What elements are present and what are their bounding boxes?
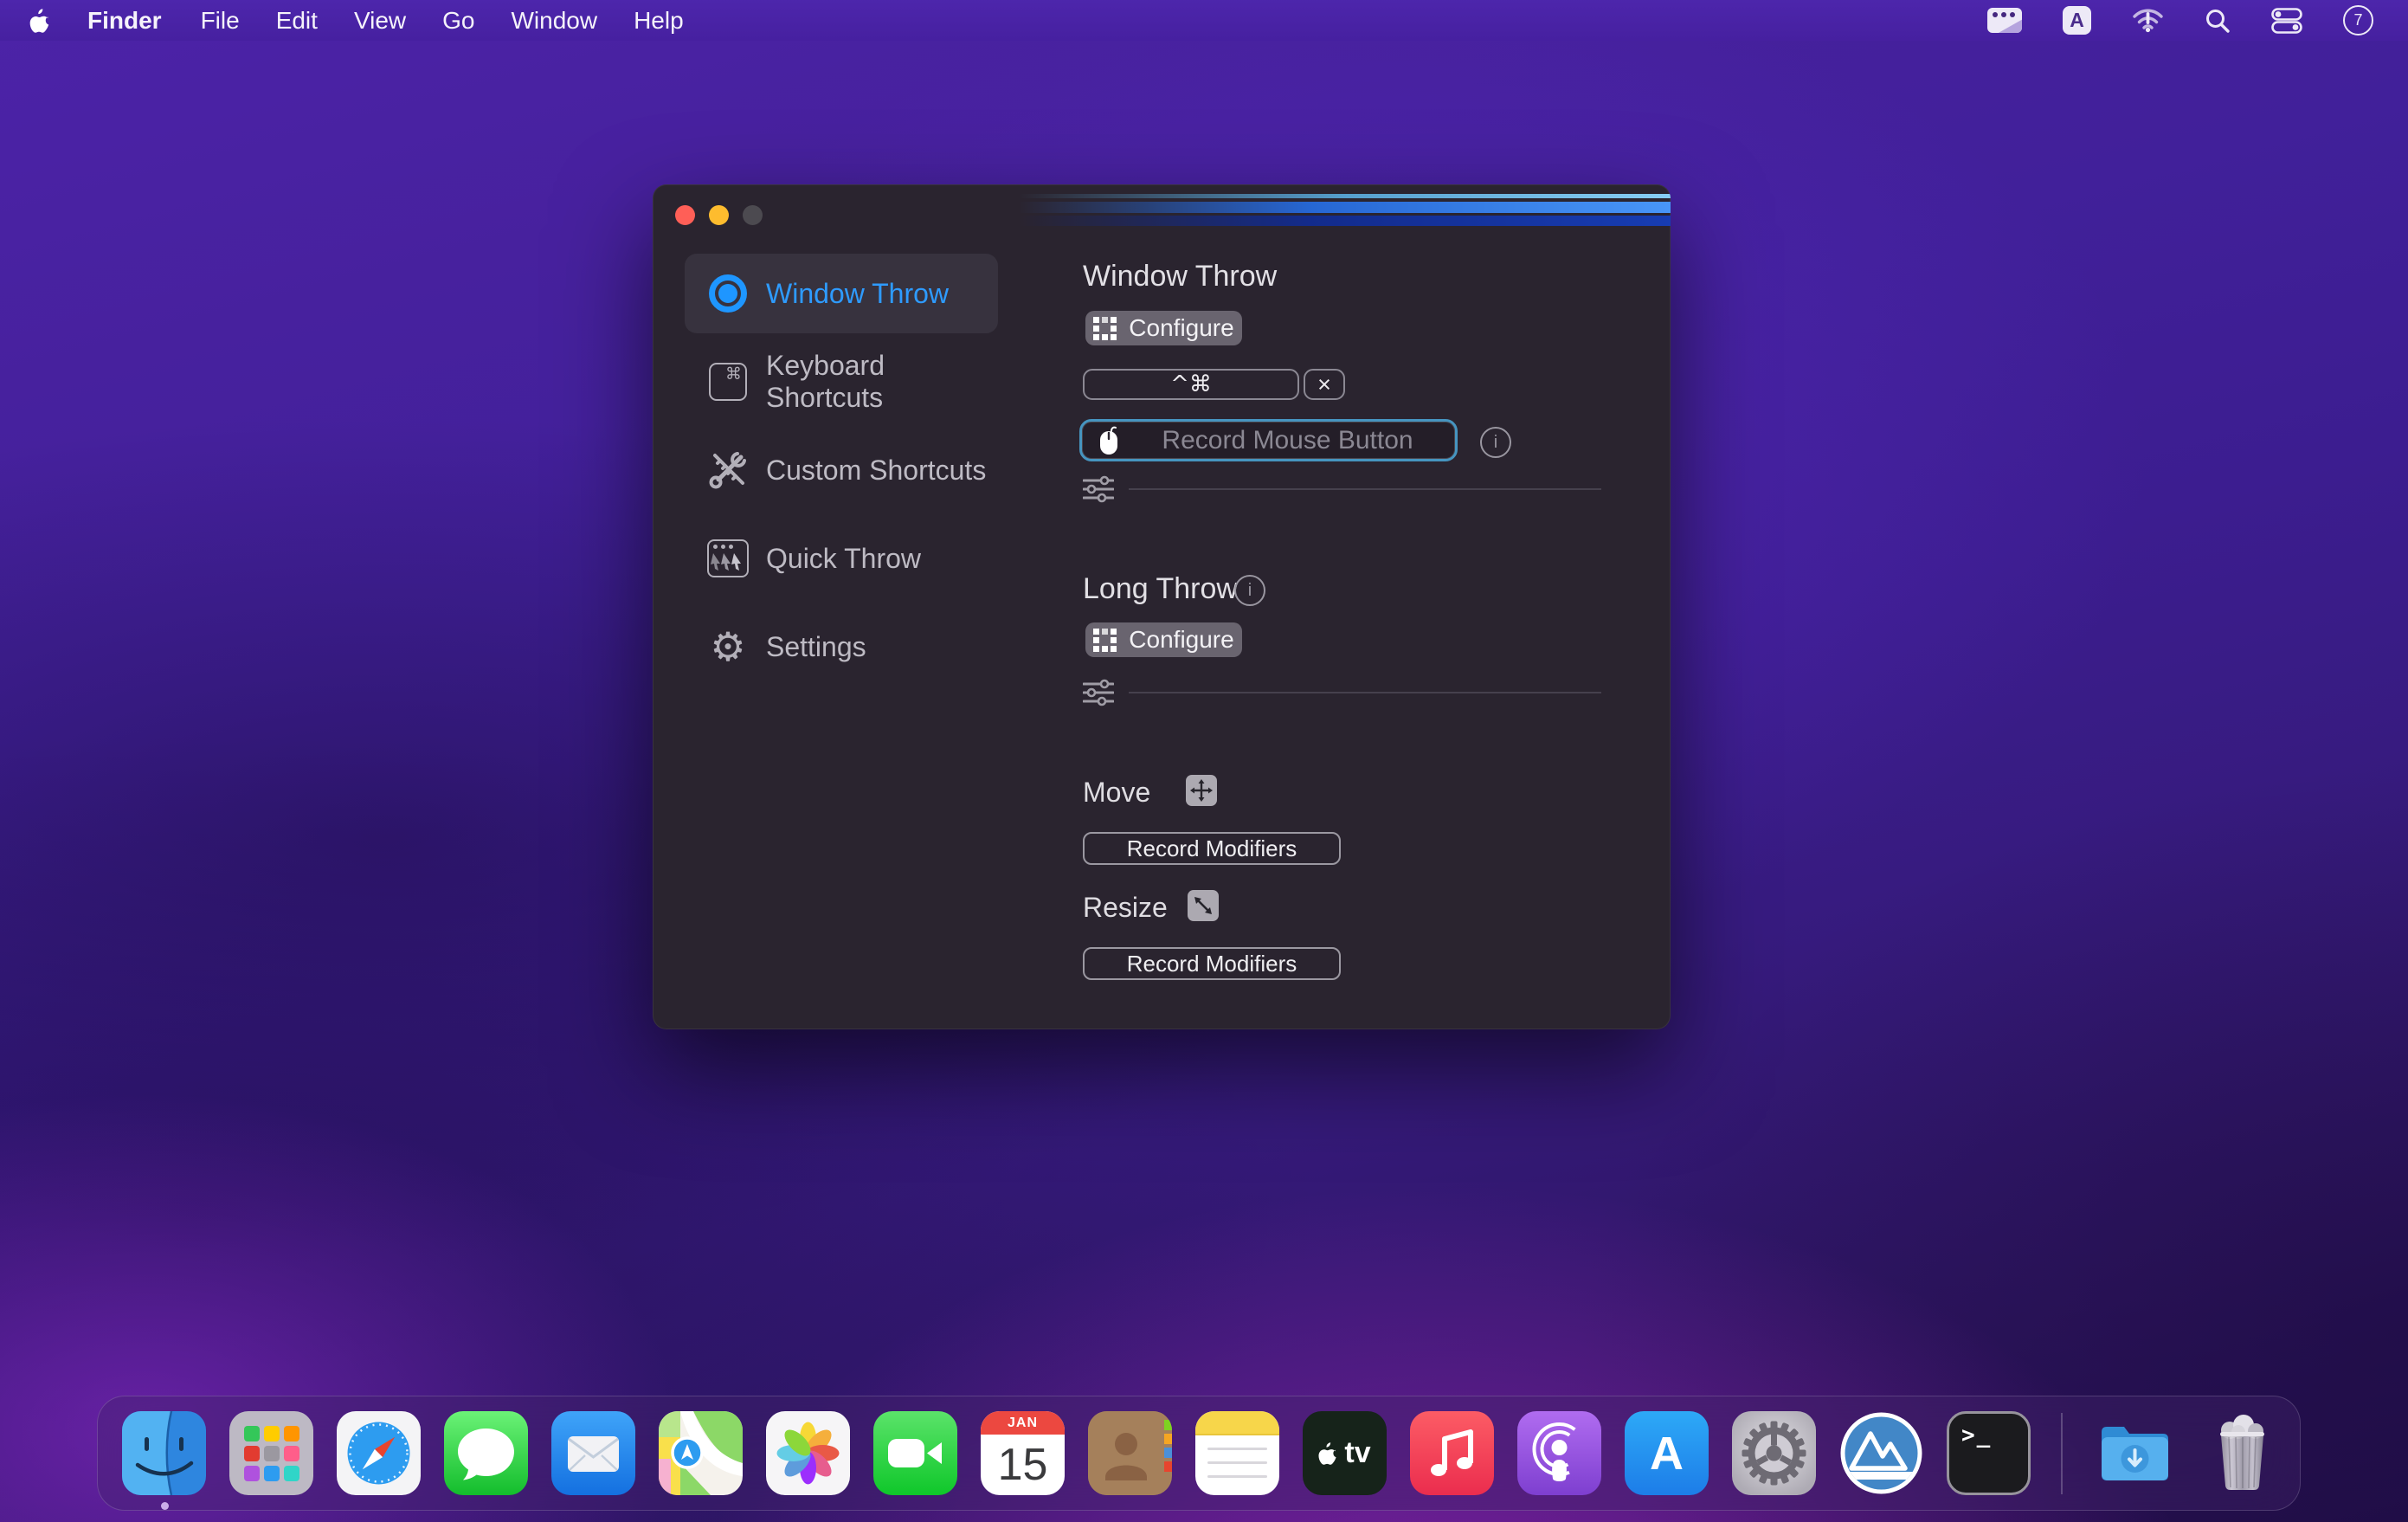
resize-label: Resize [1083, 892, 1168, 924]
menu-item-go[interactable]: Go [424, 0, 493, 41]
dock-icon-downloads[interactable] [2093, 1411, 2177, 1495]
configure-button-window-throw[interactable]: Configure [1085, 311, 1242, 345]
sidebar-item-window-throw[interactable]: Window Throw [685, 254, 998, 333]
minimize-button[interactable] [709, 205, 729, 225]
menu-item-file[interactable]: File [183, 0, 258, 41]
dock-icon-facetime[interactable] [873, 1411, 957, 1495]
dock-icon-system-preferences[interactable] [1732, 1411, 1816, 1495]
record-modifiers-button-move[interactable]: Record Modifiers [1083, 832, 1341, 865]
info-icon-mouse[interactable]: i [1480, 427, 1511, 458]
close-button[interactable] [675, 205, 695, 225]
record-circle-icon [707, 274, 749, 313]
control-center-icon[interactable] [2271, 8, 2302, 34]
divider [1129, 692, 1601, 693]
desktop: Finder File Edit View Go Window Help A [0, 0, 2408, 1522]
dock-icon-podcasts[interactable] [1517, 1411, 1601, 1495]
dock-icon-terminal[interactable]: >_ [1947, 1411, 2031, 1495]
shortcut-row: ^⌘ × [1083, 369, 1345, 400]
menu-item-finder[interactable]: Finder [69, 0, 183, 41]
dock-separator [2061, 1413, 2063, 1494]
apple-logo-icon [29, 8, 52, 34]
record-mouse-placeholder: Record Mouse Button [1120, 426, 1455, 455]
dock-icon-app-store[interactable]: A [1625, 1411, 1709, 1495]
blue-streak-decoration [1019, 184, 1671, 236]
dock-icon-messages[interactable] [444, 1411, 528, 1495]
dock-icon-tv[interactable]: tv [1303, 1411, 1387, 1495]
sidebar-item-keyboard-shortcuts[interactable]: ⌘ Keyboard Shortcuts [685, 342, 998, 422]
calendar-month: JAN [981, 1411, 1065, 1435]
zoom-button-disabled [743, 205, 763, 225]
sidebar-item-label: Custom Shortcuts [766, 455, 986, 487]
fold-decoration [1997, 19, 2022, 33]
menu-item-help[interactable]: Help [615, 0, 702, 41]
input-source-icon[interactable]: A [2063, 6, 2091, 35]
tv-label: tv [1344, 1436, 1370, 1470]
sidebar-item-label: Settings [766, 631, 866, 663]
sidebar-item-settings[interactable]: ⚙ Settings [685, 607, 998, 687]
tools-icon [707, 450, 749, 490]
dock-icon-calendar[interactable]: JAN 15 [981, 1411, 1065, 1495]
command-key-icon: ⌘ [707, 363, 749, 401]
menu-item-view[interactable]: View [336, 0, 424, 41]
dock-icon-contacts[interactable] [1088, 1411, 1172, 1495]
sidebar-item-custom-shortcuts[interactable]: Custom Shortcuts [685, 430, 998, 510]
gear-icon: ⚙ [707, 627, 749, 667]
sidebar: Window Throw ⌘ Keyboard Shortcuts [685, 254, 998, 695]
shortcut-recorder-field[interactable]: ^⌘ [1083, 369, 1299, 400]
mosaic-menubar-icon[interactable] [1987, 8, 2022, 33]
dock-icon-trash[interactable] [2200, 1411, 2284, 1495]
dock-icon-mosaic[interactable] [1839, 1411, 1923, 1495]
dock-icon-safari[interactable] [337, 1411, 421, 1495]
grid-icon [1093, 629, 1117, 652]
menu-item-edit[interactable]: Edit [258, 0, 336, 41]
sidebar-item-quick-throw[interactable]: Quick Throw [685, 519, 998, 598]
sidebar-item-label: Window Throw [766, 278, 949, 310]
sidebar-item-label: Keyboard Shortcuts [766, 350, 998, 414]
calendar-day: 15 [981, 1435, 1065, 1495]
sidebar-item-label: Quick Throw [766, 543, 921, 575]
window-cursors-icon [707, 539, 749, 577]
mouse-icon [1098, 425, 1120, 456]
clear-shortcut-button[interactable]: × [1304, 369, 1345, 400]
resize-cursor-icon [1188, 890, 1219, 921]
dock-icon-finder[interactable] [122, 1411, 206, 1495]
record-modifiers-button-resize[interactable]: Record Modifiers [1083, 947, 1341, 980]
menu-bar: Finder File Edit View Go Window Help A [0, 0, 2408, 41]
spotlight-search-icon[interactable] [2205, 8, 2231, 34]
terminal-prompt-glyph: >_ [1961, 1422, 1992, 1448]
dock-icon-photos[interactable] [766, 1411, 850, 1495]
dock-icon-music[interactable] [1410, 1411, 1494, 1495]
window-controls [675, 205, 763, 225]
menu-item-window[interactable]: Window [493, 0, 615, 41]
dock-icon-notes[interactable] [1195, 1411, 1279, 1495]
section-title-long-throw: Long Throw [1083, 572, 1238, 606]
grid-icon [1093, 317, 1117, 340]
dock-icon-launchpad[interactable] [229, 1411, 313, 1495]
apple-menu-icon[interactable] [12, 8, 69, 34]
info-icon-long-throw[interactable]: i [1234, 575, 1265, 606]
dock-icon-maps[interactable] [659, 1411, 743, 1495]
record-mouse-button-field[interactable]: Record Mouse Button [1079, 419, 1458, 461]
clock-widget-icon[interactable]: 7 [2343, 5, 2373, 35]
wifi-alert-icon[interactable] [2132, 7, 2164, 35]
dock: JAN 15 [97, 1396, 2301, 1511]
section-title-window-throw: Window Throw [1083, 260, 1277, 293]
move-cursor-icon [1186, 775, 1217, 806]
divider [1129, 488, 1601, 490]
configure-button-long-throw[interactable]: Configure [1085, 622, 1242, 657]
move-label: Move [1083, 777, 1150, 809]
dock-icon-mail[interactable] [551, 1411, 635, 1495]
app-window: Window Throw ⌘ Keyboard Shortcuts [653, 184, 1671, 1029]
options-sliders-icon-2[interactable] [1083, 679, 1114, 711]
options-sliders-icon-1[interactable] [1083, 475, 1114, 507]
